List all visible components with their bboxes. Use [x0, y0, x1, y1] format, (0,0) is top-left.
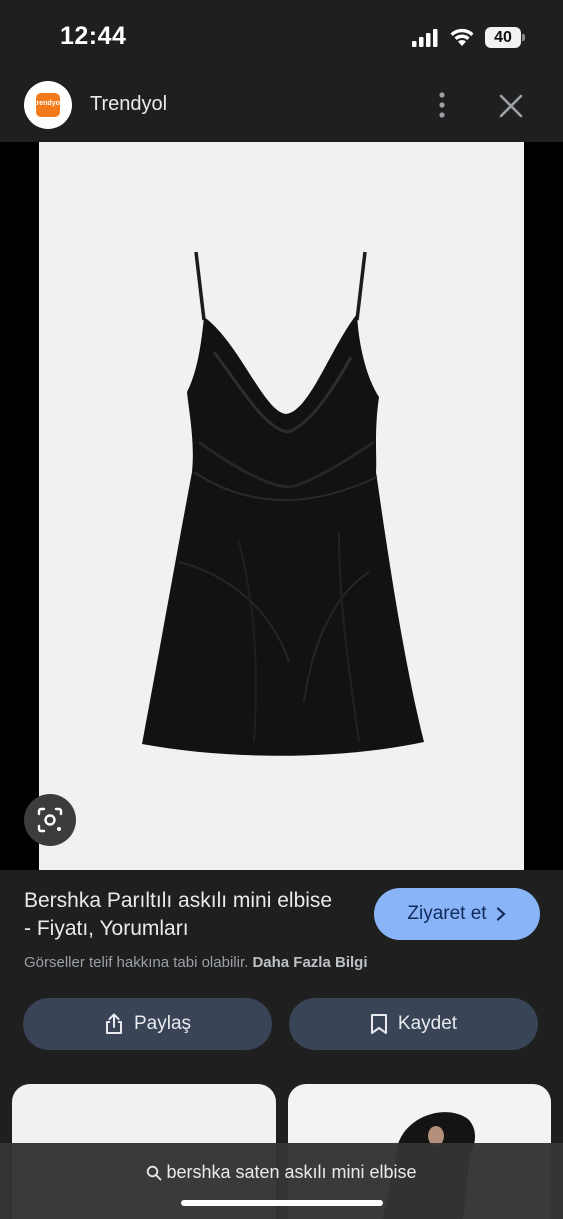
dress-illustration [142, 251, 424, 756]
search-query-text: bershka saten askılı mini elbise [166, 1162, 417, 1182]
viewer-header: trendyol Trendyol [0, 72, 563, 142]
product-title[interactable]: Bershka Parıltılı askılı mini elbise - F… [24, 887, 344, 943]
product-image[interactable] [39, 142, 524, 870]
more-options-icon[interactable] [430, 90, 454, 120]
save-label: Kaydet [397, 1013, 458, 1034]
lens-icon [37, 807, 63, 833]
visit-button[interactable]: Ziyaret et [374, 888, 540, 940]
copyright-text: Görseller telif hakkına tabi olabilir. [24, 954, 249, 971]
save-button[interactable]: Kaydet [289, 998, 538, 1050]
more-info-link[interactable]: Daha Fazla Bilgi [252, 954, 367, 971]
image-viewer [0, 142, 563, 870]
copyright-notice: Görseller telif hakkına tabi olabilir. D… [24, 954, 367, 971]
trendyol-logo-icon: trendyol [34, 93, 62, 117]
share-label: Paylaş [133, 1013, 192, 1034]
search-icon [147, 1165, 162, 1180]
battery-level: 40 [485, 27, 521, 48]
bookmark-icon [370, 1014, 387, 1034]
site-name[interactable]: Trendyol [90, 93, 167, 116]
chevron-right-icon [496, 907, 506, 921]
logo-text: trendyol [34, 100, 62, 107]
status-bar: 12:44 40 [0, 0, 563, 72]
result-info: Bershka Parıltılı askılı mini elbise - F… [0, 870, 563, 1080]
share-button[interactable]: Paylaş [23, 998, 272, 1050]
lens-search-button[interactable] [24, 794, 76, 846]
home-indicator[interactable] [181, 1200, 383, 1206]
battery-indicator: 40 [485, 27, 525, 48]
close-icon[interactable] [497, 92, 525, 120]
status-time: 12:44 [60, 22, 127, 50]
wifi-icon [450, 28, 474, 46]
battery-tip [522, 34, 525, 41]
visit-label: Ziyaret et [407, 903, 487, 924]
bottom-search-bar: bershka saten askılı mini elbise [0, 1143, 563, 1219]
cellular-signal-icon [412, 29, 438, 47]
share-icon [105, 1013, 122, 1034]
site-logo[interactable]: trendyol [24, 81, 72, 129]
search-query-chip[interactable]: bershka saten askılı mini elbise [0, 1162, 563, 1183]
